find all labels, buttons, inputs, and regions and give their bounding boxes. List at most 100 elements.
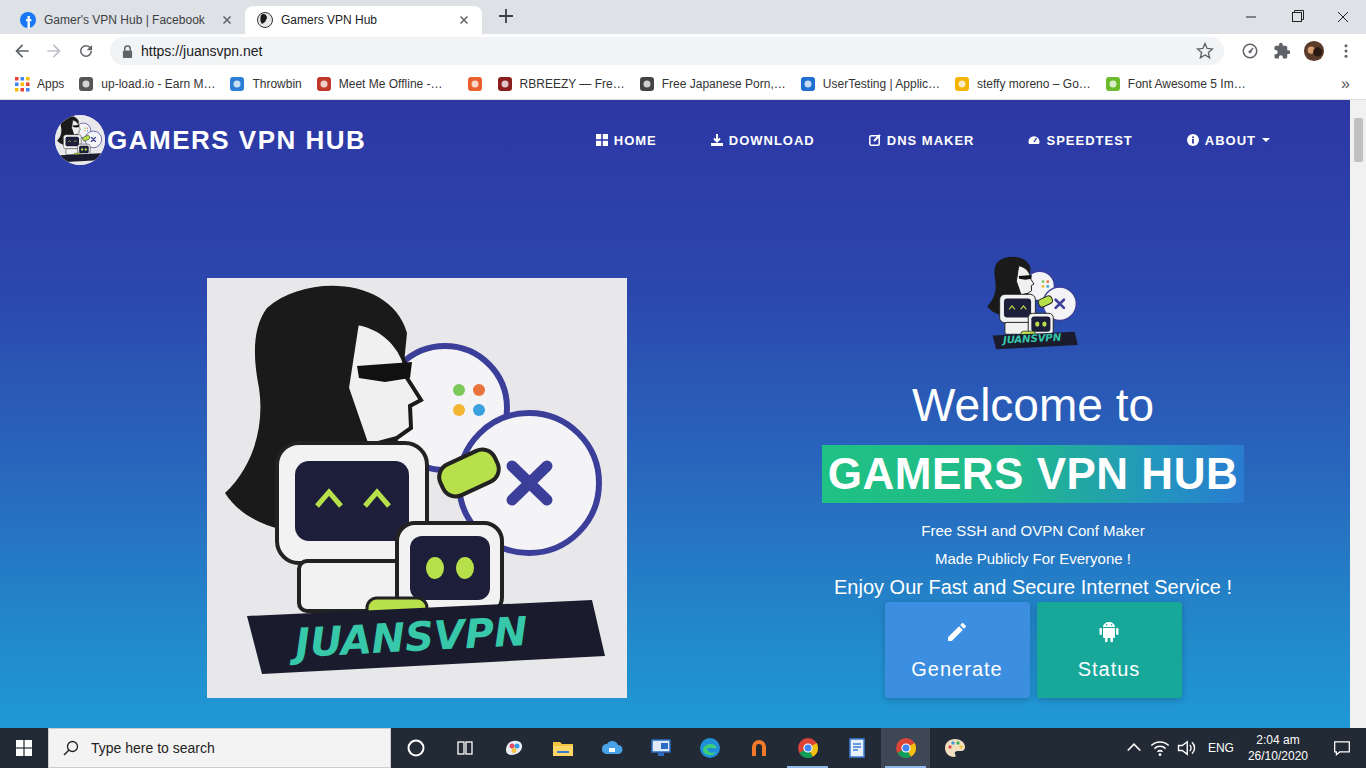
hero-text: JUANSVPNWelcome toGAMERS VPN HUBFree SSH… [823,255,1243,698]
hero-subtitle: Free SSH and OVPN Conf Maker [921,517,1144,545]
favicon-icon [229,76,245,92]
bookmark[interactable]: steffy moreno – Go… [954,76,1091,92]
bookmark[interactable] [467,76,483,92]
nav-link-label[interactable]: DOWNLOAD [729,133,815,148]
profile-avatar-icon[interactable] [1300,37,1328,65]
nav-link-label[interactable]: ABOUT [1205,133,1256,148]
clock[interactable]: 2:04 am26/10/2020 [1240,732,1316,764]
close-tab-icon[interactable] [219,12,235,28]
hero-illustration: JUANSVPN [207,278,627,698]
bookmark[interactable]: Apps [14,76,64,92]
chrome-icon [894,736,918,760]
brand-logo[interactable] [55,115,105,165]
taskbar-app[interactable] [587,728,636,768]
status-button[interactable]: Status [1037,602,1182,698]
url-text[interactable]: https://juansvpn.net [141,43,1188,59]
taskbar-app[interactable] [783,728,832,768]
home-icon [596,134,608,146]
cortana-button[interactable] [391,728,440,768]
bookmark-label[interactable]: Apps [37,77,64,91]
generate-button[interactable]: Generate [885,602,1030,698]
cortana-icon [406,738,426,758]
language-indicator[interactable]: ENG [1208,741,1234,755]
reload-icon[interactable] [72,37,100,65]
address-bar[interactable]: https://juansvpn.net [110,37,1224,65]
favicon-icon [497,76,513,92]
bookmark[interactable]: Font Awesome 5 Im… [1105,76,1246,92]
bookmark-label[interactable]: Font Awesome 5 Im… [1128,77,1246,91]
button-label[interactable]: Status [1078,658,1141,681]
favicon-icon [800,76,816,92]
nav-link[interactable]: SPEEDTEST [1028,133,1138,148]
taskbar-app[interactable] [930,728,979,768]
chevron-up-icon[interactable] [1124,738,1144,758]
taskbar-app[interactable] [832,728,881,768]
nav-link[interactable]: HOME [596,133,663,148]
browser-toolbar: https://juansvpn.net [0,34,1366,68]
minimize-icon[interactable] [1228,0,1274,34]
hero-section: JUANSVPN JUANSVPNWelcome toGAMERS VPN HUB… [0,255,1350,698]
system-tray: ENG 2:04 am26/10/2020 [1124,728,1366,768]
extensions-icon[interactable] [1268,37,1296,65]
bookmark[interactable]: Meet Me Offline -… [316,76,443,92]
bookmark[interactable]: RBREEZY — Fre… [497,76,625,92]
scrollbar-thumb[interactable] [1354,118,1363,162]
scrollbar[interactable] [1350,100,1366,728]
new-tab-icon[interactable] [492,2,520,30]
taskbar-app[interactable] [538,728,587,768]
browser-tab[interactable]: Gamers VPN Hub [245,6,482,34]
tab-label[interactable]: Gamer's VPN Hub | Facebook [44,13,211,27]
menu-dots-icon[interactable] [1332,37,1360,65]
bookmark-label[interactable]: Free Japanese Porn,… [662,77,786,91]
bookmark[interactable]: Free Japanese Porn,… [639,76,786,92]
bookmark-label[interactable]: up-load.io - Earn M… [101,77,215,91]
clock-date[interactable]: 26/10/2020 [1248,748,1308,764]
taskbar-app[interactable] [734,728,783,768]
more-bookmarks[interactable]: » [1341,75,1358,93]
speed-gauge-icon[interactable] [1236,37,1264,65]
forward-icon[interactable] [40,37,68,65]
taskbar-search-input[interactable] [89,739,380,757]
clock-time[interactable]: 2:04 am [1256,732,1299,748]
bookmark-label[interactable]: UserTesting | Applic… [823,77,940,91]
bookmark[interactable]: Throwbin [229,76,301,92]
taskbar-app[interactable] [489,728,538,768]
start-button[interactable] [0,728,48,768]
taskbar-app[interactable] [881,728,930,768]
pencil-icon [945,620,969,644]
bookmark-label[interactable]: steffy moreno – Go… [977,77,1091,91]
nav-link[interactable]: ABOUT [1187,133,1270,148]
volume-icon[interactable] [1176,738,1196,758]
taskbar-app[interactable] [685,728,734,768]
wifi-icon[interactable] [1150,738,1170,758]
action-center-button[interactable] [1322,728,1362,768]
button-label[interactable]: Generate [911,658,1002,681]
search-icon [63,740,79,756]
maximize-icon[interactable] [1274,0,1320,34]
download-icon [711,134,723,146]
taskbar-search[interactable] [48,728,391,768]
bookmark-star-icon[interactable] [1196,42,1214,60]
nav-link[interactable]: DOWNLOAD [711,133,821,148]
nav-link-label[interactable]: SPEEDTEST [1046,133,1132,148]
nav-link-label[interactable]: DNS MAKER [887,133,975,148]
bookmark[interactable]: UserTesting | Applic… [800,76,940,92]
task-view-button[interactable] [440,728,489,768]
nav-link[interactable]: DNS MAKER [869,133,981,148]
site-brand[interactable]: GAMERS VPN HUB [107,125,366,156]
bookmark-label[interactable]: Meet Me Offline -… [339,77,443,91]
close-tab-icon[interactable] [456,12,472,28]
nav-link-label[interactable]: HOME [614,133,657,148]
facebook-icon [20,12,36,28]
close-window-icon[interactable] [1320,0,1366,34]
taskbar-app[interactable] [636,728,685,768]
bookmark-label[interactable]: Throwbin [252,77,301,91]
back-icon[interactable] [8,37,36,65]
lock-icon [122,45,133,58]
bookmark-label[interactable]: RBREEZY — Fre… [520,77,625,91]
chrome-icon [796,736,820,760]
tab-label[interactable]: Gamers VPN Hub [281,13,448,27]
bookmark[interactable]: up-load.io - Earn M… [78,76,215,92]
browser-tab[interactable]: Gamer's VPN Hub | Facebook [8,6,245,34]
favicon-icon [316,76,332,92]
